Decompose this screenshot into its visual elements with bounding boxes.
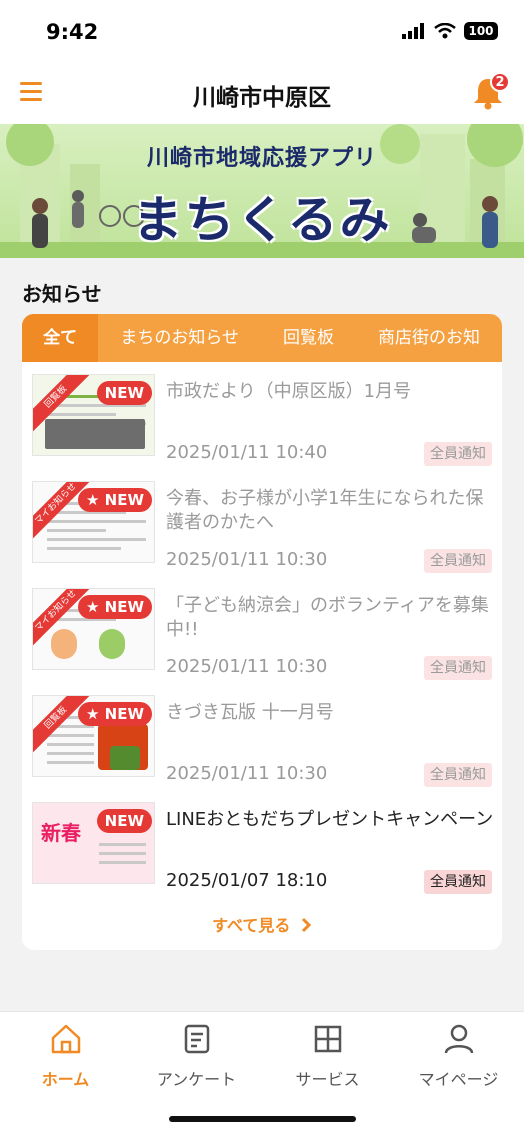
- tab-circular[interactable]: 回覧板: [261, 314, 356, 362]
- page-title: 川崎市中原区: [193, 85, 331, 111]
- home-indicator: [169, 1116, 356, 1122]
- news-date: 2025/01/11 10:30: [166, 763, 328, 784]
- news-date: 2025/01/07 18:10: [166, 870, 328, 891]
- news-tag: 全員通知: [424, 870, 492, 894]
- news-title: 市政だより（中原区版）1月号: [166, 381, 412, 402]
- person-icon: [444, 1024, 473, 1054]
- new-badge: ★ NEW: [77, 488, 152, 512]
- nav-mypage-label: マイページ: [418, 1070, 499, 1089]
- news-thumbnail: マイお知らせ ★ NEW: [32, 481, 155, 563]
- news-tag: 全員通知: [424, 442, 492, 466]
- news-thumbnail: マイお知らせ ★ NEW: [32, 588, 155, 670]
- news-date: 2025/01/11 10:30: [166, 549, 328, 570]
- news-section-title: お知らせ: [22, 282, 102, 306]
- new-badge: ★ NEW: [77, 595, 152, 619]
- news-item[interactable]: 回覧板 ★ NEW きづき瓦版 十一月号 2025/01/11 10:30 全員…: [32, 695, 492, 793]
- wifi-icon: [434, 23, 456, 39]
- news-thumbnail: 新春 NEW: [32, 802, 155, 884]
- new-badge: ★ NEW: [77, 702, 152, 726]
- notification-button[interactable]: 2: [472, 72, 510, 110]
- news-thumbnail: 回覧板 NEW: [32, 374, 155, 456]
- nav-survey-label: アンケート: [156, 1070, 237, 1089]
- news-item[interactable]: 回覧板 NEW 市政だより（中原区版）1月号 2025/01/11 10:40 …: [32, 374, 492, 472]
- news-title: きづき瓦版 十一月号: [166, 702, 334, 723]
- news-item[interactable]: マイお知らせ ★ NEW 「子ども納涼会」のボランティアを募集中!! 2025/…: [32, 588, 492, 686]
- news-date: 2025/01/11 10:30: [166, 656, 328, 677]
- home-icon: [51, 1024, 80, 1054]
- signal-icon: [402, 23, 424, 39]
- new-badge: NEW: [96, 809, 152, 833]
- services-icon: [314, 1025, 341, 1053]
- tab-shopping-street[interactable]: 商店街のお知: [356, 314, 502, 362]
- banner-subtitle: 川崎市地域応援アプリ: [146, 146, 377, 171]
- app-banner[interactable]: 川崎市地域応援アプリ まちくるみ: [0, 124, 524, 258]
- news-thumbnail: 回覧板 ★ NEW: [32, 695, 155, 777]
- notification-badge: 2: [490, 72, 510, 92]
- survey-icon: [184, 1024, 209, 1054]
- news-title: 今春、お子様が小学1年生になられた保護者のかたへ: [166, 488, 484, 533]
- battery-icon: 100: [464, 22, 498, 40]
- news-tag: 全員通知: [424, 763, 492, 787]
- nav-home[interactable]: ホーム: [0, 1022, 131, 1090]
- status-bar: 9:42 100: [0, 0, 524, 64]
- nav-mypage[interactable]: マイページ: [393, 1022, 524, 1090]
- news-title: LINEおともだちプレゼントキャンペーン: [166, 809, 494, 830]
- status-time: 9:42: [46, 20, 99, 44]
- battery-level: 100: [468, 24, 494, 38]
- new-badge: NEW: [96, 381, 152, 405]
- status-icons: 100: [402, 22, 498, 40]
- tab-all[interactable]: 全て: [22, 314, 99, 362]
- news-item[interactable]: 新春 NEW LINEおともだちプレゼントキャンペーン 2025/01/07 1…: [32, 802, 493, 900]
- nav-home-label: ホーム: [41, 1070, 90, 1089]
- chevron-right-icon: [301, 917, 312, 933]
- news-tag: 全員通知: [424, 656, 492, 680]
- see-all-link[interactable]: すべて見る: [22, 912, 502, 936]
- news-item[interactable]: マイお知らせ ★ NEW 今春、お子様が小学1年生になられた保護者のかたへ 20…: [32, 481, 492, 579]
- news-date: 2025/01/11 10:40: [166, 442, 328, 463]
- nav-survey[interactable]: アンケート: [131, 1022, 262, 1090]
- tab-town-news[interactable]: まちのお知らせ: [98, 314, 261, 362]
- news-tag: 全員通知: [424, 549, 492, 573]
- news-card: 全て まちのお知らせ 回覧板 商店街のお知 回覧板 NEW 市政だより（中原区版…: [22, 314, 502, 950]
- nav-services[interactable]: サービス: [262, 1022, 393, 1090]
- see-all-label: すべて見る: [212, 916, 291, 935]
- banner-title: まちくるみ: [132, 191, 392, 249]
- nav-services-label: サービス: [295, 1070, 360, 1089]
- news-title: 「子ども納涼会」のボランティアを募集中!!: [166, 595, 489, 640]
- app-header: 川崎市中原区 2: [0, 64, 524, 124]
- news-tabs: 全て まちのお知らせ 回覧板 商店街のお知: [22, 314, 502, 362]
